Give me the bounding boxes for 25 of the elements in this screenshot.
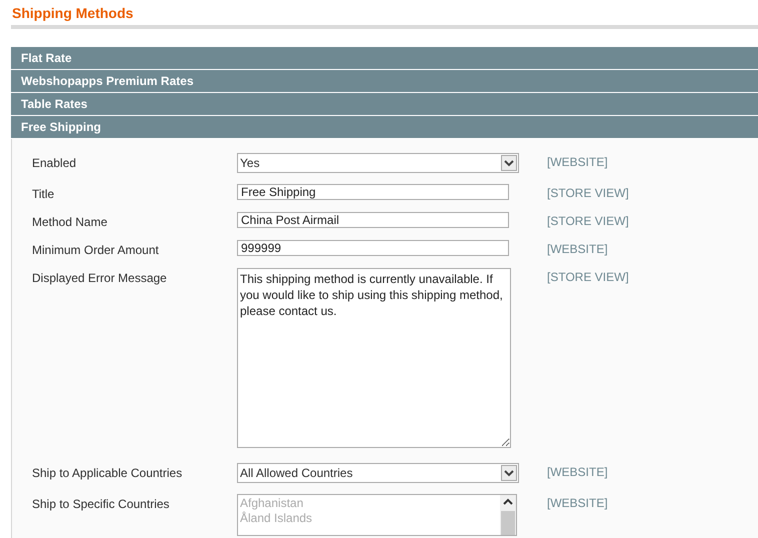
input-field[interactable]: China Post Airmail bbox=[237, 212, 509, 228]
scope-label: [STORE VIEW] bbox=[547, 269, 629, 284]
field-label: Method Name bbox=[32, 214, 108, 229]
input-field[interactable]: Free Shipping bbox=[237, 184, 509, 200]
page-title: Shipping Methods bbox=[11, 4, 134, 22]
dropdown[interactable]: All Allowed Countries bbox=[237, 463, 519, 483]
scope-label: [STORE VIEW] bbox=[547, 185, 629, 200]
field-label: Enabled bbox=[32, 155, 78, 170]
section-header[interactable]: Table Rates bbox=[11, 93, 758, 115]
scope-label: [WEBSITE] bbox=[547, 241, 608, 256]
scope-label: [WEBSITE] bbox=[547, 495, 608, 510]
field-label: Title bbox=[32, 186, 56, 201]
text-area[interactable]: This shipping method is currently unavailable. If you would like to ship using this shipping method, please contact us. bbox=[237, 268, 511, 448]
scope-label: [STORE VIEW] bbox=[547, 213, 629, 228]
section-header[interactable]: Flat Rate bbox=[11, 47, 758, 69]
scope-label: [WEBSITE] bbox=[547, 464, 608, 479]
section-header[interactable]: Free Shipping bbox=[11, 116, 758, 138]
field-label: Displayed Error Message bbox=[32, 270, 168, 285]
scope-label: [WEBSITE] bbox=[547, 154, 608, 169]
input-field[interactable]: 999999 bbox=[237, 240, 509, 256]
field-label: Ship to Specific Countries bbox=[32, 496, 170, 511]
field-label: Minimum Order Amount bbox=[32, 242, 160, 257]
field-label: Ship to Applicable Countries bbox=[32, 465, 184, 480]
dropdown[interactable]: Yes bbox=[237, 153, 519, 173]
section-header[interactable]: Webshopapps Premium Rates bbox=[11, 70, 758, 92]
